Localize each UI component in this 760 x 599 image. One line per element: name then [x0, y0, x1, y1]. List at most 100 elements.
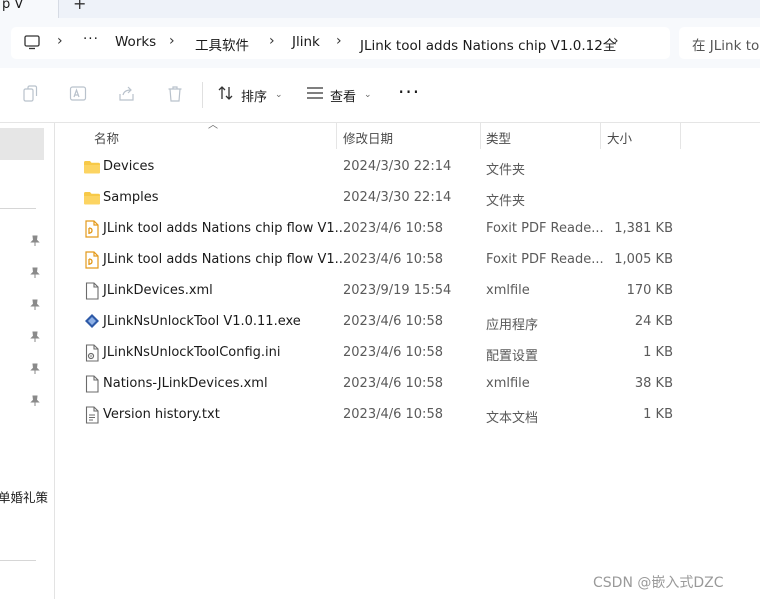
- breadcrumb-item-works[interactable]: Works: [115, 34, 156, 50]
- file-date: 2024/3/30 22:14: [343, 159, 452, 174]
- file-size: 1,381 KB: [614, 221, 673, 236]
- rename-icon[interactable]: [68, 84, 88, 104]
- column-header-size[interactable]: 大小: [607, 128, 632, 147]
- chevron-right-icon[interactable]: ›: [57, 33, 63, 49]
- table-row[interactable]: JLinkNsUnlockToolConfig.ini 2023/4/6 10:…: [62, 339, 692, 370]
- breadcrumb-item-current[interactable]: JLink tool adds Nations chip V1.0.12全: [360, 34, 616, 54]
- file-name: JLinkNsUnlockTool V1.0.11.exe: [103, 314, 301, 329]
- file-name: JLinkNsUnlockToolConfig.ini: [103, 345, 281, 360]
- table-row[interactable]: Nations-JLinkDevices.xml 2023/4/6 10:58 …: [62, 370, 692, 401]
- search-input[interactable]: 在 JLink too: [679, 27, 760, 59]
- tab-current-folder[interactable]: p V: [0, 0, 59, 18]
- table-row[interactable]: Version history.txt 2023/4/6 10:58 文本文档 …: [62, 401, 692, 432]
- tab-title: p V: [2, 0, 24, 12]
- file-type: xmlfile: [486, 376, 530, 391]
- file-name: Samples: [103, 190, 159, 205]
- nav-divider: [0, 208, 36, 209]
- search-placeholder: 在 JLink too: [692, 38, 760, 54]
- chevron-right-icon[interactable]: ›: [336, 33, 342, 49]
- file-type: xmlfile: [486, 283, 530, 298]
- file-date: 2023/4/6 10:58: [343, 376, 443, 391]
- file-type: 文本文档: [486, 411, 539, 426]
- file-name: JLinkDevices.xml: [103, 283, 213, 298]
- view-label: 查看: [330, 89, 357, 105]
- column-header-type[interactable]: 类型: [486, 128, 511, 147]
- file-date: 2023/4/6 10:58: [343, 252, 443, 267]
- file-type: 文件夹: [486, 194, 526, 209]
- column-divider[interactable]: [600, 123, 601, 149]
- pin-icon[interactable]: [29, 299, 41, 311]
- file-icon: [83, 375, 101, 393]
- breadcrumb-item-jlink[interactable]: Jlink: [292, 34, 320, 50]
- file-size: 24 KB: [634, 314, 673, 329]
- copy-icon[interactable]: [21, 84, 41, 104]
- sort-icon: [217, 85, 235, 105]
- column-divider[interactable]: [480, 123, 481, 149]
- command-bar: 排序 ⌄ 查看 ⌄ ···: [0, 68, 760, 123]
- file-icon: [83, 406, 101, 424]
- file-type: 文件夹: [486, 163, 526, 178]
- file-size: 1,005 KB: [614, 252, 673, 267]
- file-size: 170 KB: [626, 283, 673, 298]
- pdf-icon: [83, 251, 101, 269]
- file-name: JLink tool adds Nations chip flow V1....: [103, 252, 352, 267]
- file-date: 2023/4/6 10:58: [343, 314, 443, 329]
- file-type: Foxit PDF Reade...: [486, 252, 604, 267]
- nav-divider: [0, 560, 36, 561]
- breadcrumb-overflow[interactable]: ···: [83, 31, 99, 47]
- column-divider[interactable]: [336, 123, 337, 149]
- file-name: Nations-JLinkDevices.xml: [103, 376, 268, 391]
- folder-icon: [83, 189, 101, 207]
- sort-button[interactable]: 排序 ⌄: [217, 83, 283, 107]
- watermark: CSDN @嵌入式DZC: [593, 575, 724, 591]
- this-pc-icon[interactable]: [24, 35, 40, 54]
- chevron-right-icon[interactable]: ›: [613, 33, 619, 49]
- file-type: 配置设置: [486, 349, 539, 364]
- pin-icon[interactable]: [29, 363, 41, 375]
- pin-icon[interactable]: [29, 395, 41, 407]
- nav-item-selected[interactable]: [0, 128, 44, 160]
- table-row[interactable]: JLink tool adds Nations chip flow V1....…: [62, 215, 692, 246]
- column-header-date[interactable]: 修改日期: [343, 128, 393, 147]
- share-icon[interactable]: [117, 84, 137, 104]
- file-name: Devices: [103, 159, 155, 174]
- chevron-right-icon[interactable]: ›: [269, 33, 275, 49]
- column-header-name[interactable]: 名称: [94, 128, 119, 147]
- chevron-down-icon: ⌄: [364, 90, 372, 100]
- nav-item-label[interactable]: 单婚礼策: [0, 487, 48, 506]
- file-type: Foxit PDF Reade...: [486, 221, 604, 236]
- exe-icon: [83, 313, 101, 331]
- file-size: 1 KB: [643, 345, 673, 360]
- table-row[interactable]: JLinkNsUnlockTool V1.0.11.exe 2023/4/6 1…: [62, 308, 692, 339]
- table-row[interactable]: Samples 2024/3/30 22:14 文件夹: [62, 184, 692, 215]
- column-divider[interactable]: [680, 123, 681, 149]
- tab-strip: p V +: [0, 0, 760, 18]
- chevron-down-icon: ⌄: [275, 90, 283, 100]
- pin-icon[interactable]: [29, 267, 41, 279]
- file-date: 2023/4/6 10:58: [343, 221, 443, 236]
- file-type: 应用程序: [486, 318, 539, 333]
- table-row[interactable]: JLink tool adds Nations chip flow V1....…: [62, 246, 692, 277]
- file-date: 2023/4/6 10:58: [343, 407, 443, 422]
- file-size: 1 KB: [643, 407, 673, 422]
- view-icon: [306, 86, 324, 104]
- address-bar[interactable]: › ··· › Works 工具软件 › Jlink › JLink tool …: [11, 27, 670, 59]
- view-button[interactable]: 查看 ⌄: [306, 83, 372, 107]
- table-row[interactable]: Devices 2024/3/30 22:14 文件夹: [62, 153, 692, 184]
- breadcrumb-item-tools[interactable]: 工具软件: [195, 34, 249, 54]
- ini-icon: [83, 344, 101, 362]
- delete-icon[interactable]: [165, 84, 185, 104]
- chevron-right-icon[interactable]: ›: [169, 33, 175, 49]
- table-row[interactable]: JLinkDevices.xml 2023/9/19 15:54 xmlfile…: [62, 277, 692, 308]
- pin-icon[interactable]: [29, 331, 41, 343]
- file-name: JLink tool adds Nations chip flow V1....: [103, 221, 352, 236]
- file-icon: [83, 282, 101, 300]
- new-tab-button[interactable]: +: [73, 0, 86, 12]
- file-list: ︿ 名称 修改日期 类型 大小 Devices 2024/3/30 22:14 …: [62, 120, 760, 599]
- file-date: 2024/3/30 22:14: [343, 190, 452, 205]
- pin-icon[interactable]: [29, 235, 41, 247]
- sort-label: 排序: [241, 89, 268, 105]
- toolbar-divider: [202, 82, 203, 108]
- file-date: 2023/9/19 15:54: [343, 283, 452, 298]
- more-options-button[interactable]: ···: [398, 80, 420, 104]
